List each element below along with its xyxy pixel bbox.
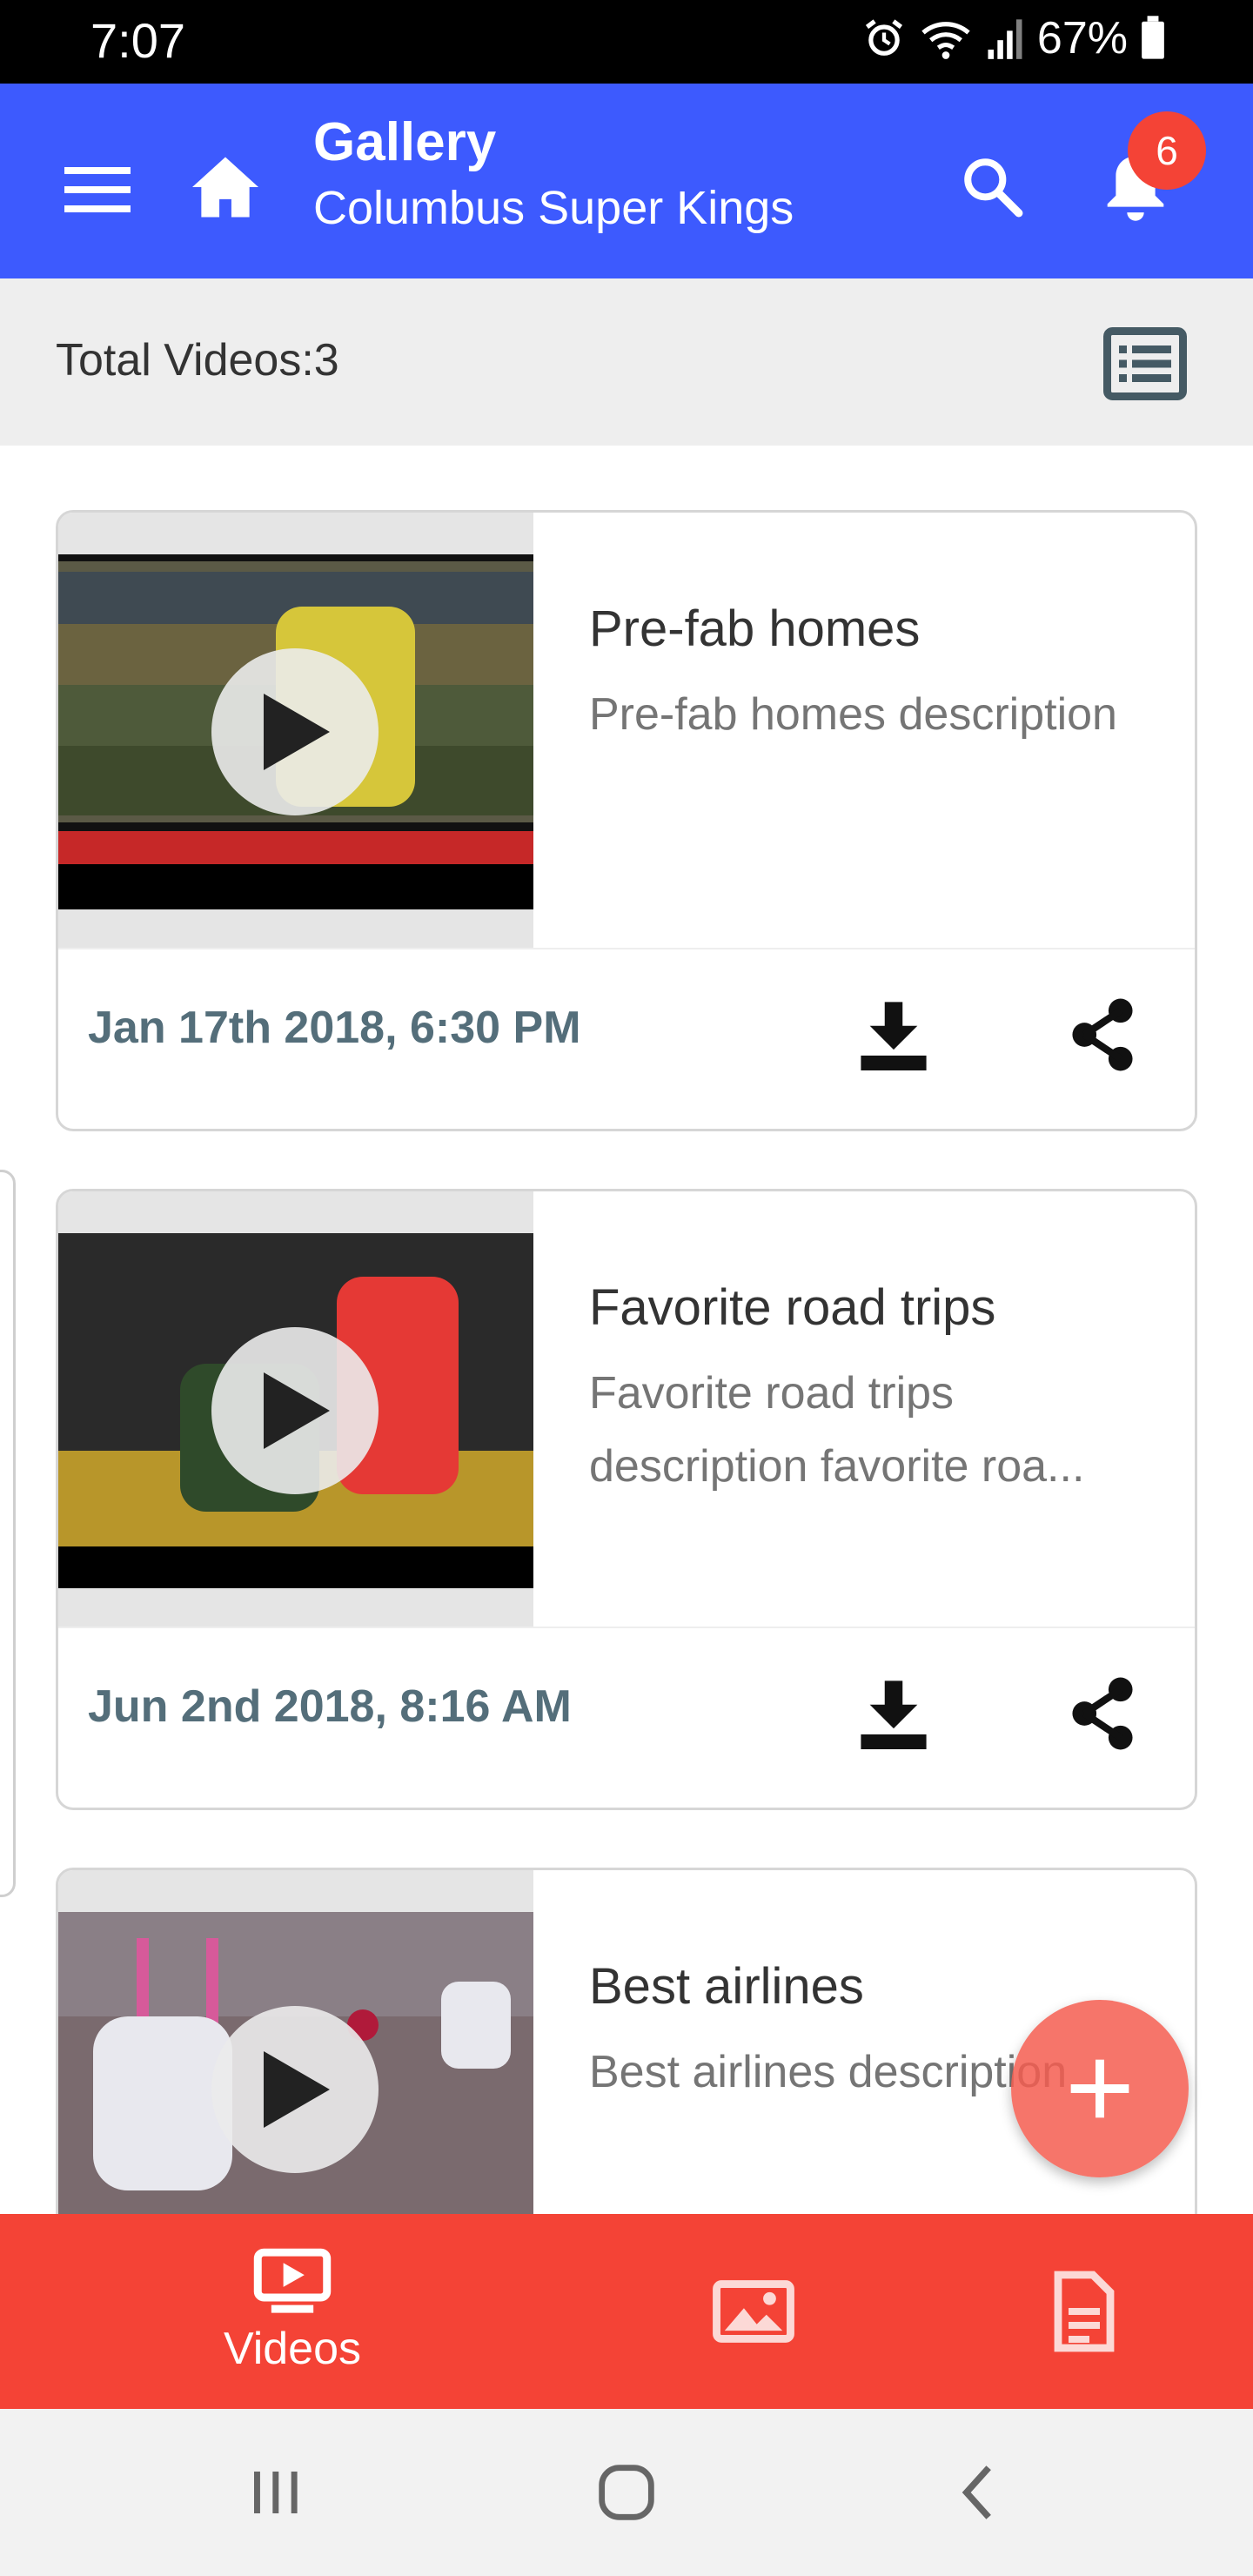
document-icon [1054,2271,1115,2352]
nav-tab-videos[interactable]: Videos [174,2214,411,2409]
download-button[interactable] [850,1670,937,1757]
card-divider [58,1627,1195,1628]
total-videos-label: Total Videos:3 [56,335,339,386]
signal-icon [988,19,1022,59]
download-button[interactable] [850,991,937,1078]
app-bar: Gallery Columbus Super Kings 6 [0,84,1253,278]
play-icon [264,2051,330,2128]
play-button[interactable] [211,2006,379,2173]
share-icon [1072,998,1133,1071]
video-card[interactable]: Pre-fab homes Pre-fab homes description … [56,510,1197,1131]
wifi-icon [921,22,970,59]
download-icon [861,1002,927,1070]
nav-tab-documents[interactable] [966,2214,1203,2409]
share-button[interactable] [1059,1670,1146,1757]
share-button[interactable] [1059,991,1146,1078]
status-bar: 7:07 67% [0,0,1253,84]
menu-button[interactable] [54,146,141,233]
battery-percent: 67% [1036,13,1128,64]
video-title: Pre-fab homes [589,600,921,657]
video-date: Jan 17th 2018, 6:30 PM [88,1003,581,1053]
gallery-screen: 7:07 67% Gallery Columbus Super Kings 6 … [0,0,1253,2576]
team-subtitle: Columbus Super Kings [313,182,794,234]
home-circle-icon [599,2465,654,2520]
video-title: Favorite road trips [589,1279,996,1336]
video-description: Pre-fab homes description [589,689,1117,740]
system-navigation-bar [0,2409,1253,2576]
plus-icon [1070,2059,1129,2118]
nav-tab-label: Videos [223,2324,362,2374]
recent-apps-icon [254,2472,298,2513]
video-thumbnail-area [58,1191,533,1627]
list-view-icon [1103,327,1187,400]
page-title: Gallery [313,112,497,172]
battery-icon [1142,16,1164,59]
nav-tab-images[interactable] [635,2214,872,2409]
video-thumbnail[interactable] [58,554,533,909]
video-title: Best airlines [589,1958,864,2015]
menu-icon [64,167,131,212]
back-button[interactable] [933,2449,1020,2536]
list-view-button[interactable] [1102,320,1189,407]
video-card[interactable]: Favorite road trips Favorite road trips … [56,1189,1197,1810]
video-thumbnail-area [58,513,533,948]
bottom-navigation: Videos [0,2214,1253,2409]
home-button[interactable] [178,139,273,235]
home-icon [192,157,258,218]
side-drawer-edge[interactable] [0,1170,16,1897]
search-button[interactable] [948,143,1035,230]
video-description: Favorite road trips description favorite… [589,1368,1085,1492]
notification-badge: 6 [1128,111,1206,190]
status-icons: 67% [861,12,1166,64]
play-button[interactable] [211,648,379,815]
alarm-icon [865,19,902,56]
video-date: Jun 2nd 2018, 8:16 AM [88,1681,572,1732]
share-icon [1072,1677,1133,1750]
home-nav-button[interactable] [583,2449,670,2536]
back-icon [962,2465,991,2519]
play-button[interactable] [211,1327,379,1494]
video-thumbnail[interactable] [58,1233,533,1588]
download-icon [861,1680,927,1749]
recent-apps-button[interactable] [231,2449,318,2536]
status-time: 7:07 [90,13,185,68]
image-icon [713,2280,794,2343]
play-icon [264,1372,330,1449]
add-video-button[interactable] [1011,2000,1189,2177]
summary-bar: Total Videos:3 [0,278,1253,446]
video-icon [253,2248,332,2313]
search-icon [964,158,1023,218]
card-divider [58,948,1195,949]
play-icon [264,694,330,770]
